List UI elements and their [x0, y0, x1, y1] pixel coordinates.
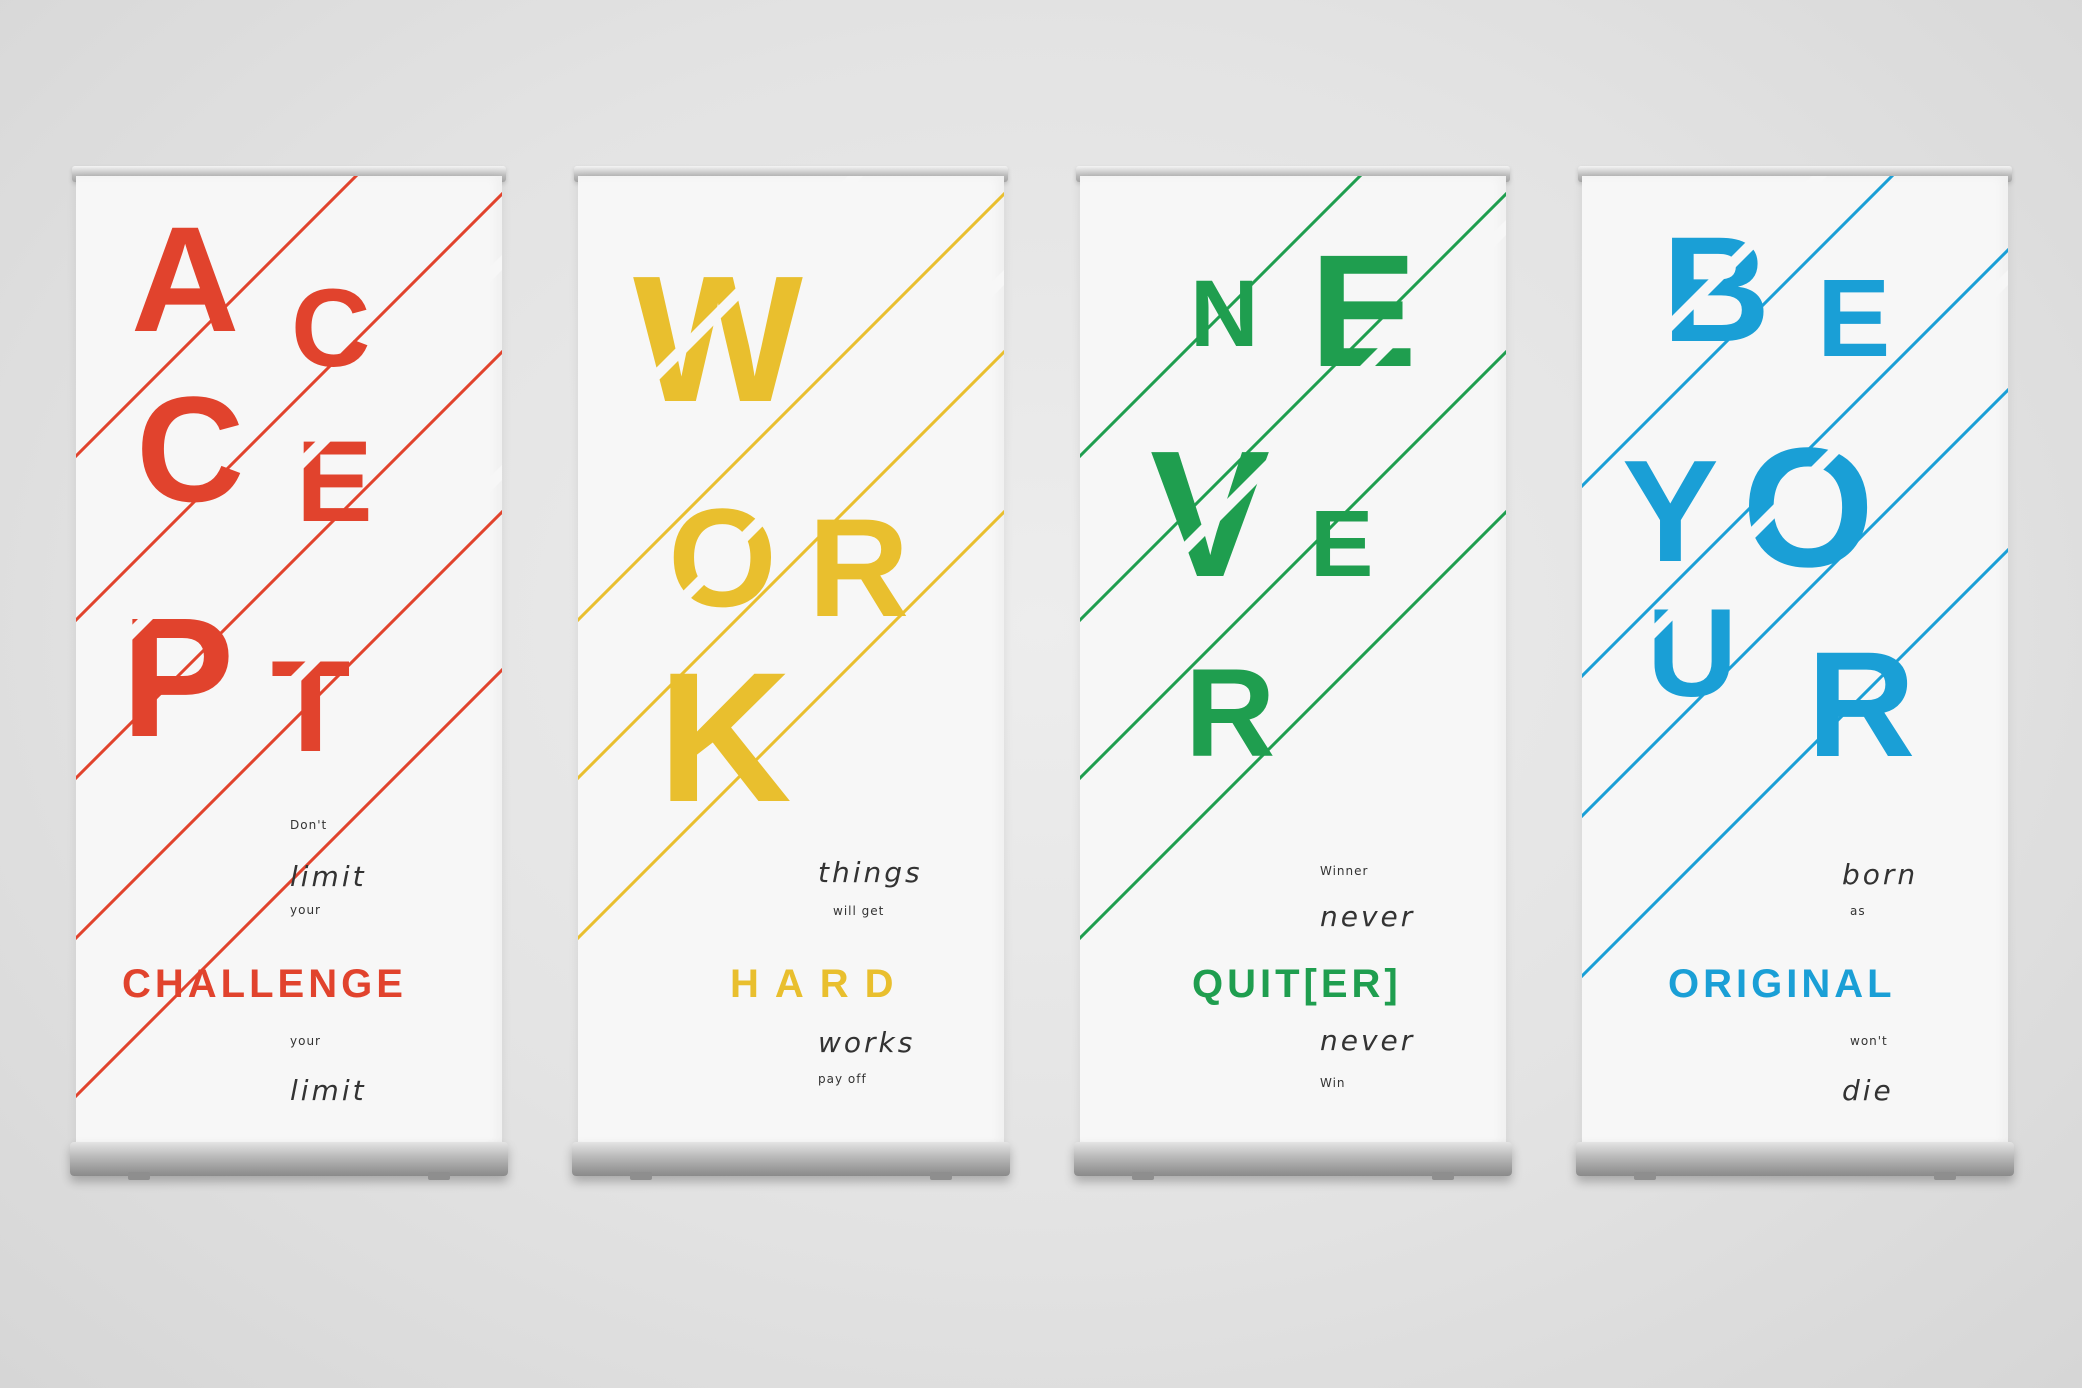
banner-caption: born as ORIGINAL won't die — [1582, 176, 2008, 1148]
caption-line: limit — [290, 1074, 367, 1107]
caption-keyword: QUIT[ER] — [1192, 962, 1402, 1006]
banner-base-cassette — [572, 1142, 1010, 1176]
banner-foot — [930, 1172, 952, 1180]
banner-foot — [1132, 1172, 1154, 1180]
banner-face: A C C E P T Don't limit your CHALLENGE y… — [76, 176, 502, 1148]
caption-line: limit — [290, 860, 367, 893]
caption-line: never — [1320, 1024, 1416, 1057]
banner-foot — [1934, 1172, 1956, 1180]
caption-line: will get — [833, 904, 885, 918]
banner-face: W O R K things will get HARD works pay o… — [578, 176, 1004, 1148]
caption-line: your — [290, 1034, 321, 1048]
banner-foot — [428, 1172, 450, 1180]
caption-line: pay off — [818, 1072, 867, 1086]
banner-caption: things will get HARD works pay off — [578, 176, 1004, 1148]
banner-caption: Winner never QUIT[ER] never Win — [1080, 176, 1506, 1148]
caption-keyword: HARD — [730, 962, 910, 1006]
caption-line: works — [818, 1026, 916, 1059]
caption-line: never — [1320, 900, 1416, 933]
caption-line: as — [1850, 904, 1866, 918]
caption-line: things — [818, 856, 923, 889]
banner-caption: Don't limit your CHALLENGE your limit — [76, 176, 502, 1148]
banner-face: B E Y O U R born as ORIGINAL won't die — [1582, 176, 2008, 1148]
caption-line: won't — [1850, 1034, 1888, 1048]
caption-line: Winner — [1320, 864, 1369, 878]
banner-base-cassette — [70, 1142, 508, 1176]
caption-keyword: CHALLENGE — [122, 962, 407, 1006]
caption-line: your — [290, 903, 321, 917]
banner-foot — [128, 1172, 150, 1180]
banner-foot — [630, 1172, 652, 1180]
banner-foot — [1432, 1172, 1454, 1180]
banner-face: N E V E R Winner never QUIT[ER] never Wi… — [1080, 176, 1506, 1148]
banner-foot — [1634, 1172, 1656, 1180]
caption-keyword: ORIGINAL — [1668, 962, 1896, 1006]
banner-base-cassette — [1576, 1142, 2014, 1176]
caption-line: born — [1842, 858, 1919, 891]
caption-line: Don't — [290, 818, 328, 832]
banner-base-cassette — [1074, 1142, 1512, 1176]
caption-line: die — [1842, 1074, 1894, 1107]
caption-line: Win — [1320, 1076, 1346, 1090]
